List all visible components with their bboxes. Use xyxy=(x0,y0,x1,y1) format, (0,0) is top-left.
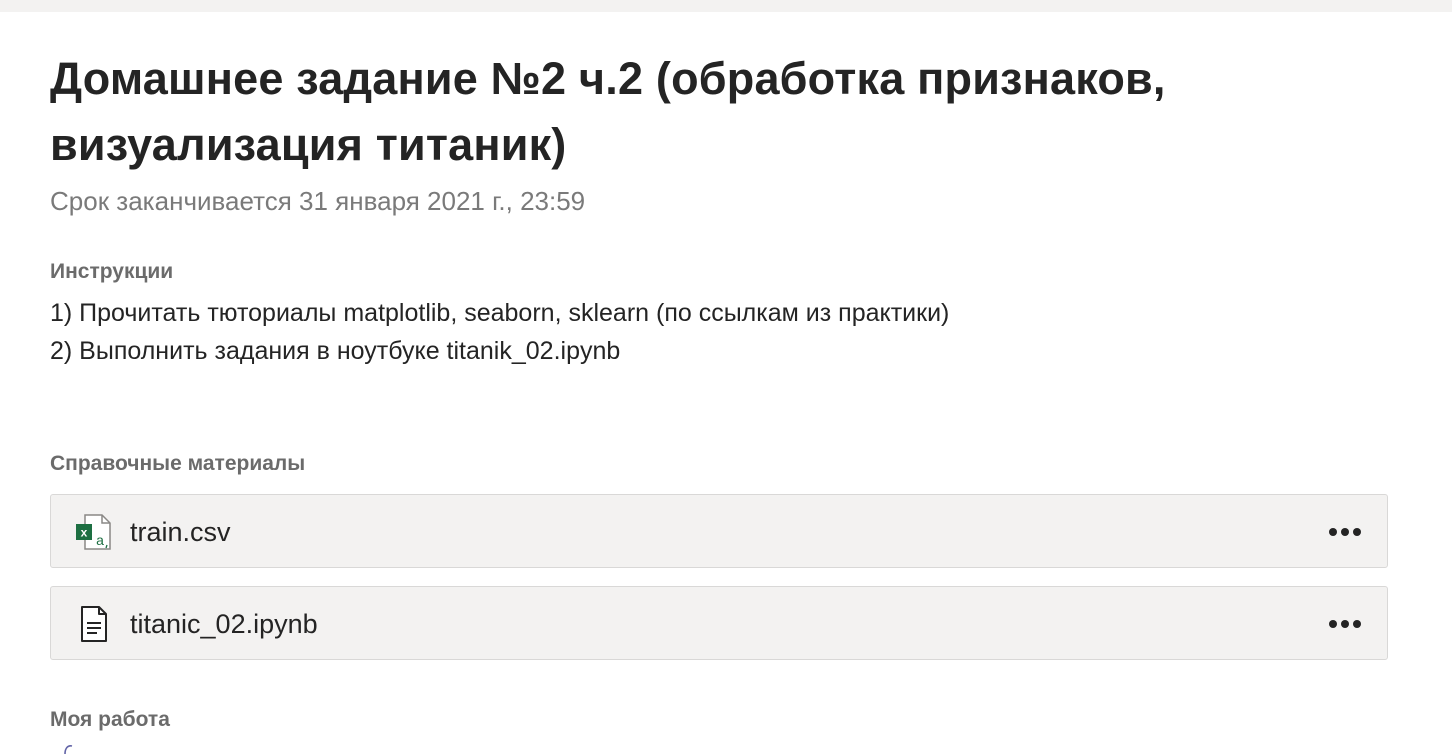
instruction-line: 2) Выполнить задания в ноутбуке titanik_… xyxy=(50,337,621,365)
reference-file-train-csv[interactable]: x a train.csv xyxy=(50,494,1388,568)
file-name: train.csv xyxy=(130,517,231,547)
assignment-title: Домашнее задание №2 ч.2 (обработка призн… xyxy=(50,53,1166,170)
my-work-heading: Моя работа xyxy=(50,708,170,731)
due-date: Срок заканчивается 31 января 2021 г., 23… xyxy=(50,186,586,216)
attachment-icon[interactable] xyxy=(62,744,74,754)
more-options-icon xyxy=(1329,528,1361,536)
more-options-button[interactable] xyxy=(1323,512,1367,552)
excel-csv-icon: x a xyxy=(76,514,111,550)
reference-file-titanic-ipynb[interactable]: titanic_02.ipynb xyxy=(50,586,1388,660)
instructions-heading: Инструкции xyxy=(50,260,174,283)
reference-materials-heading: Справочные материалы xyxy=(50,452,306,475)
instruction-line: 1) Прочитать тюториалы matplotlib, seabo… xyxy=(50,299,950,327)
file-name: titanic_02.ipynb xyxy=(130,609,318,639)
svg-text:x: x xyxy=(81,526,88,540)
svg-text:a: a xyxy=(96,532,104,548)
more-options-icon xyxy=(1329,620,1361,628)
more-options-button[interactable] xyxy=(1323,604,1367,644)
document-icon xyxy=(81,606,107,642)
top-strip xyxy=(0,0,1452,12)
